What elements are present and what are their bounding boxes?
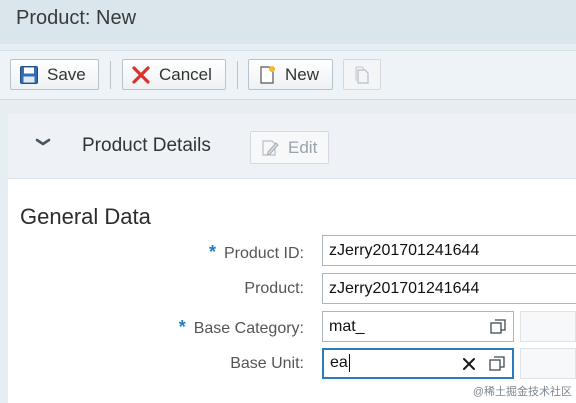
base-category-label: * Base Category: <box>178 317 304 337</box>
new-label: New <box>285 64 320 84</box>
toolbar: Save Cancel New <box>0 50 576 100</box>
product-id-label: * Product ID: <box>208 242 304 262</box>
title-bar: Product: New <box>0 0 576 44</box>
toolbar-separator <box>110 61 111 89</box>
copy-button[interactable] <box>343 59 381 90</box>
cancel-button[interactable]: Cancel <box>122 59 226 90</box>
base-category-field[interactable]: mat_ <box>322 311 514 342</box>
required-indicator: * <box>208 242 216 262</box>
new-document-icon <box>260 65 275 84</box>
clear-icon[interactable] <box>460 355 478 373</box>
copy-icon <box>355 65 369 84</box>
product-id-field[interactable]: zJerry201701241644 <box>322 235 576 266</box>
base-unit-description <box>520 348 576 379</box>
value-help-icon[interactable] <box>488 355 506 373</box>
product-label: Product: <box>244 280 304 297</box>
group-title: General Data <box>20 204 151 229</box>
value-help-icon[interactable] <box>489 318 507 336</box>
product-name-field[interactable]: zJerry201701241644 <box>322 273 576 304</box>
watermark: @稀土掘金技术社区 <box>472 386 572 398</box>
toolbar-separator <box>237 61 238 89</box>
new-button[interactable]: New <box>248 59 333 90</box>
base-unit-field[interactable]: ea <box>322 348 514 379</box>
section-header: Product Details Edit <box>8 114 576 179</box>
page-title: Product: New <box>16 7 137 29</box>
required-indicator: * <box>178 317 186 337</box>
base-unit-label: Base Unit: <box>230 355 304 372</box>
edit-label: Edit <box>288 137 318 157</box>
save-label: Save <box>47 64 86 84</box>
base-category-description <box>520 311 576 342</box>
content-panel: Product Details Edit General Data * Produ… <box>8 114 576 403</box>
cancel-icon <box>132 65 150 84</box>
edit-icon <box>262 139 279 156</box>
chevron-down-icon[interactable] <box>32 132 54 154</box>
cancel-label: Cancel <box>159 64 212 84</box>
text-cursor <box>348 354 350 373</box>
save-button[interactable]: Save <box>10 59 99 90</box>
edit-button[interactable]: Edit <box>250 131 329 164</box>
section-title: Product Details <box>82 135 211 156</box>
save-icon <box>20 65 38 84</box>
